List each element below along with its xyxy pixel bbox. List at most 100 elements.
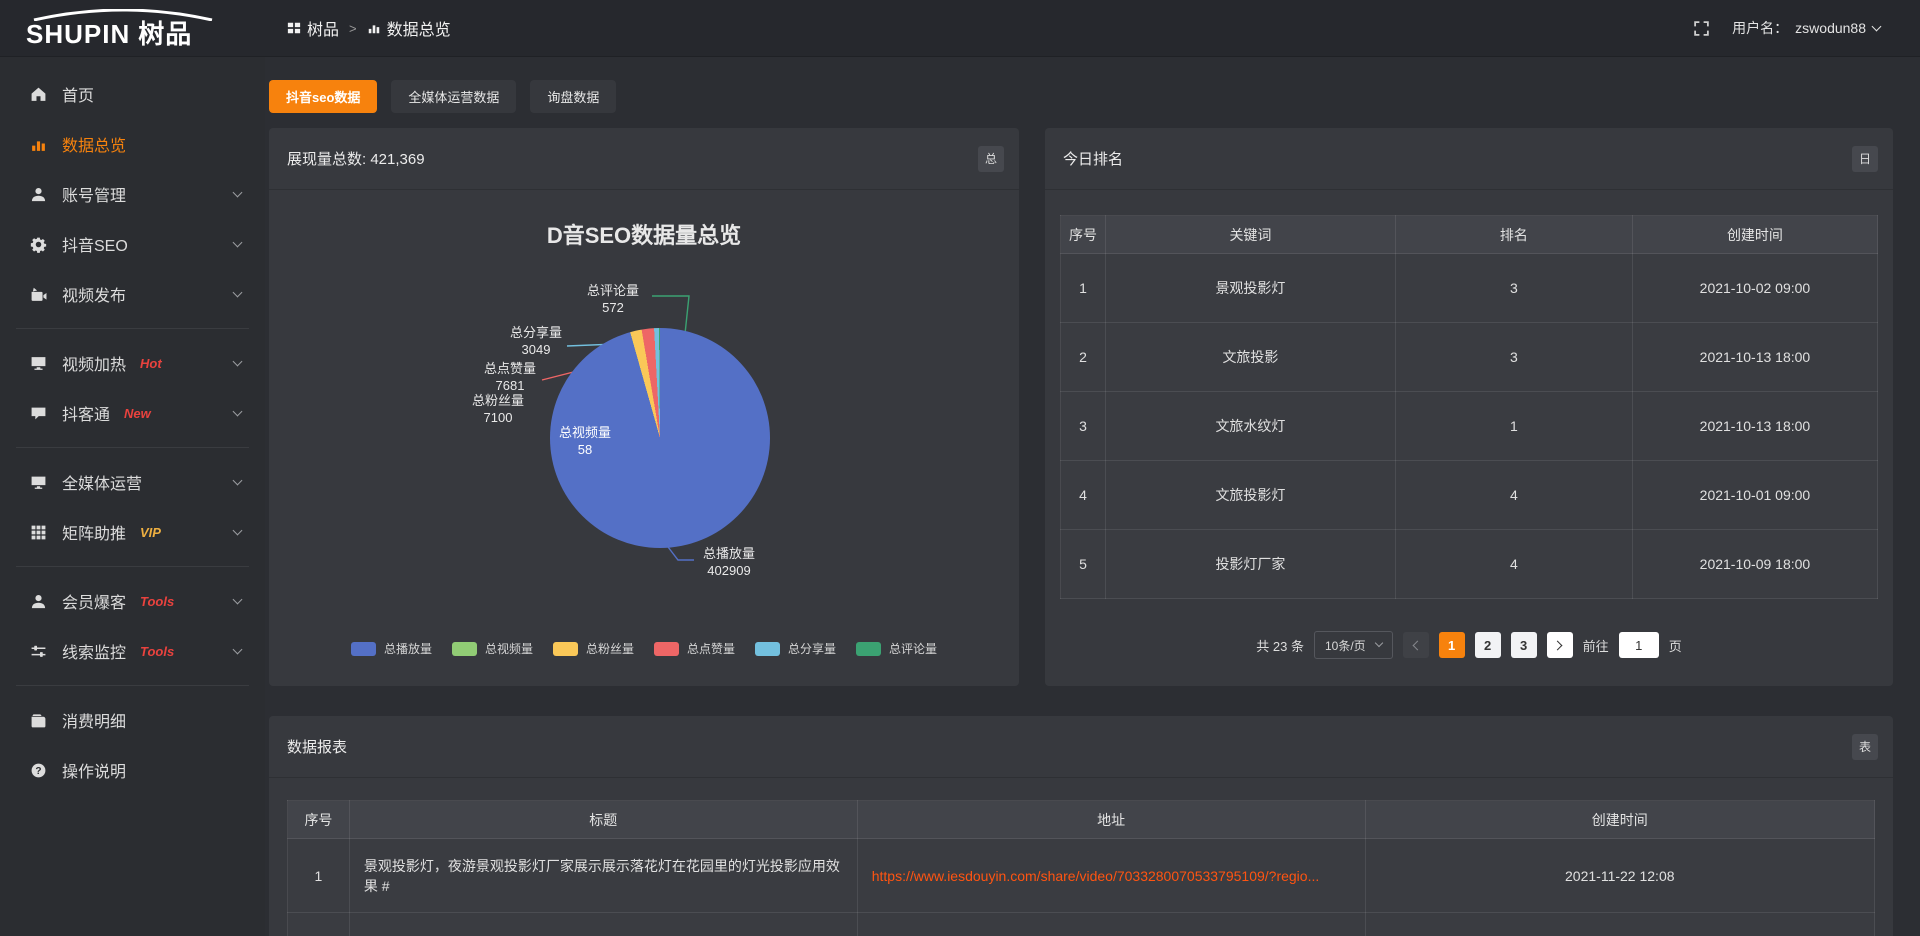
vip-badge: VIP	[140, 525, 161, 540]
chevron-down-icon	[233, 287, 243, 297]
seo-overview-panel: 展现量总数: 421,369 总 D音SEO数据量总览 总评论量572	[269, 128, 1019, 686]
page-size-select[interactable]: 10条/页	[1314, 631, 1393, 659]
sidebar-item-video-publish[interactable]: 视频发布	[0, 269, 265, 319]
panel-title: 数据报表	[287, 736, 347, 757]
tab-douyin-seo-data[interactable]: 抖音seo数据	[269, 80, 377, 113]
total-badge[interactable]: 总	[978, 146, 1004, 172]
legend-item[interactable]: 总点赞量	[654, 640, 735, 657]
chevron-down-icon	[1872, 21, 1882, 31]
sidebar-divider	[16, 447, 249, 448]
page-unit-label: 页	[1669, 636, 1682, 655]
prev-page-button[interactable]	[1403, 632, 1429, 658]
sidebar-item-consumption[interactable]: 消费明细	[0, 695, 265, 745]
pie-label-fans: 总粉丝量7100	[458, 392, 538, 426]
fullscreen-icon[interactable]	[1693, 20, 1710, 37]
page-button-1[interactable]: 1	[1439, 632, 1465, 658]
monitor-icon	[30, 474, 47, 491]
sidebar-item-doukertong[interactable]: 抖客通 New	[0, 388, 265, 438]
pie-chart-area: D音SEO数据量总览 总评论量572 总分享量3049 总点赞量7681	[269, 190, 1019, 686]
pie-label-shares: 总分享量3049	[496, 324, 576, 358]
table-row: 2文旅投影 32021-10-13 18:00	[1061, 323, 1878, 392]
chevron-down-icon	[233, 644, 243, 654]
sidebar-divider	[16, 566, 249, 567]
bar-chart-icon	[367, 21, 381, 35]
tab-inquiry-data[interactable]: 询盘数据	[530, 80, 616, 113]
svg-text:?: ?	[35, 765, 41, 776]
gear-icon	[30, 236, 47, 253]
main-content: 抖音seo数据 全媒体运营数据 询盘数据 展现量总数: 421,369 总 D音…	[265, 57, 1920, 936]
bar-chart-icon	[30, 136, 47, 153]
legend-item[interactable]: 总粉丝量	[553, 640, 634, 657]
sliders-icon	[30, 643, 47, 660]
sidebar-item-matrix-boost[interactable]: 矩阵助推 VIP	[0, 507, 265, 557]
breadcrumb-item-current[interactable]: 数据总览	[367, 16, 451, 40]
table-header-row: 序号 标题 地址 创建时间	[288, 801, 1875, 839]
sidebar-item-video-heat[interactable]: 视频加热 Hot	[0, 338, 265, 388]
brand-logo: SHUPIN 树品	[0, 9, 265, 47]
data-report-panel: 数据报表 表 序号 标题 地址 创建时间 1 景观投影灯，夜游景观投影灯厂家展示…	[269, 716, 1893, 936]
chevron-down-icon	[233, 187, 243, 197]
chevron-down-icon	[233, 237, 243, 247]
breadcrumb: 树品 > 数据总览	[287, 16, 451, 40]
legend-item[interactable]: 总播放量	[351, 640, 432, 657]
table-row: 4文旅投影灯 42021-10-01 09:00	[1061, 461, 1878, 530]
impressions-value: 421,369	[370, 151, 424, 168]
logo-text-cn: 树品	[138, 21, 192, 47]
sidebar-item-leads[interactable]: 线索监控 Tools	[0, 626, 265, 676]
next-page-button[interactable]	[1547, 632, 1573, 658]
tab-media-ops-data[interactable]: 全媒体运营数据	[391, 80, 516, 113]
chevron-down-icon	[233, 406, 243, 416]
day-badge[interactable]: 日	[1852, 146, 1878, 172]
chat-icon	[30, 405, 47, 422]
breadcrumb-separator: >	[349, 21, 357, 36]
logo-text-en: SHUPIN	[26, 21, 130, 47]
breadcrumb-item-root[interactable]: 树品	[287, 16, 339, 40]
today-ranking-panel: 今日排名 日 序号 关键词 排名 创建时间 1景观投影灯 32021-10-02…	[1045, 128, 1893, 686]
sidebar-item-data-overview[interactable]: 数据总览	[0, 119, 265, 169]
user-icon	[30, 186, 47, 203]
sidebar-item-account[interactable]: 账号管理	[0, 169, 265, 219]
pagination: 共 23 条 10条/页 1 2 3 前往 页	[1045, 631, 1893, 659]
tools-badge: Tools	[140, 594, 174, 609]
sidebar-item-douyin-seo[interactable]: 抖音SEO	[0, 219, 265, 269]
chevron-down-icon	[233, 594, 243, 604]
panel-title: 今日排名	[1063, 148, 1123, 169]
username-value: zswodun88	[1795, 20, 1866, 36]
page-button-3[interactable]: 3	[1511, 632, 1537, 658]
member-icon	[30, 593, 47, 610]
table-row	[288, 913, 1875, 936]
table-header-row: 序号 关键词 排名 创建时间	[1061, 216, 1878, 254]
home-icon	[30, 86, 47, 103]
chevron-down-icon	[1374, 639, 1382, 647]
sidebar-item-member[interactable]: 会员爆客 Tools	[0, 576, 265, 626]
sidebar-item-media-ops[interactable]: 全媒体运营	[0, 457, 265, 507]
hot-badge: Hot	[140, 356, 162, 371]
pie-label-likes: 总点赞量7681	[470, 360, 550, 394]
user-menu[interactable]: 用户名： zswodun88	[1732, 18, 1880, 38]
tools-badge: Tools	[140, 644, 174, 659]
chevron-down-icon	[233, 356, 243, 366]
table-row: 1景观投影灯 32021-10-02 09:00	[1061, 254, 1878, 323]
sidebar-item-help[interactable]: ? 操作说明	[0, 745, 265, 795]
sidebar: 首页 数据总览 账号管理 抖音SEO 视频发布 视频加热 Hot 抖客通 New…	[0, 57, 265, 936]
grid-icon	[30, 524, 47, 541]
goto-page-input[interactable]	[1619, 632, 1659, 658]
video-title-cell: 景观投影灯，夜游景观投影灯厂家展示展示落花灯在花园里的灯光投影应用效果 #	[349, 839, 857, 913]
table-badge[interactable]: 表	[1852, 734, 1878, 760]
page-button-2[interactable]: 2	[1475, 632, 1501, 658]
top-navbar: SHUPIN 树品 树品 > 数据总览 用户名： zswodun88	[0, 0, 1920, 57]
ranking-table: 序号 关键词 排名 创建时间 1景观投影灯 32021-10-02 09:00 …	[1060, 215, 1878, 599]
table-row: 1 景观投影灯，夜游景观投影灯厂家展示展示落花灯在花园里的灯光投影应用效果 # …	[288, 839, 1875, 913]
video-link[interactable]: https://www.iesdouyin.com/share/video/70…	[872, 868, 1320, 884]
legend-item[interactable]: 总视频量	[452, 640, 533, 657]
grid-icon	[287, 21, 301, 35]
pagination-total: 共 23 条	[1256, 636, 1304, 655]
sidebar-item-home[interactable]: 首页	[0, 69, 265, 119]
table-row: 5投影灯厂家 42021-10-09 18:00	[1061, 530, 1878, 599]
username-label: 用户名：	[1732, 18, 1788, 38]
video-camera-icon	[30, 286, 47, 303]
legend-item[interactable]: 总分享量	[755, 640, 836, 657]
pie-label-comments: 总评论量572	[573, 282, 653, 316]
legend-item[interactable]: 总评论量	[856, 640, 937, 657]
sidebar-divider	[16, 685, 249, 686]
